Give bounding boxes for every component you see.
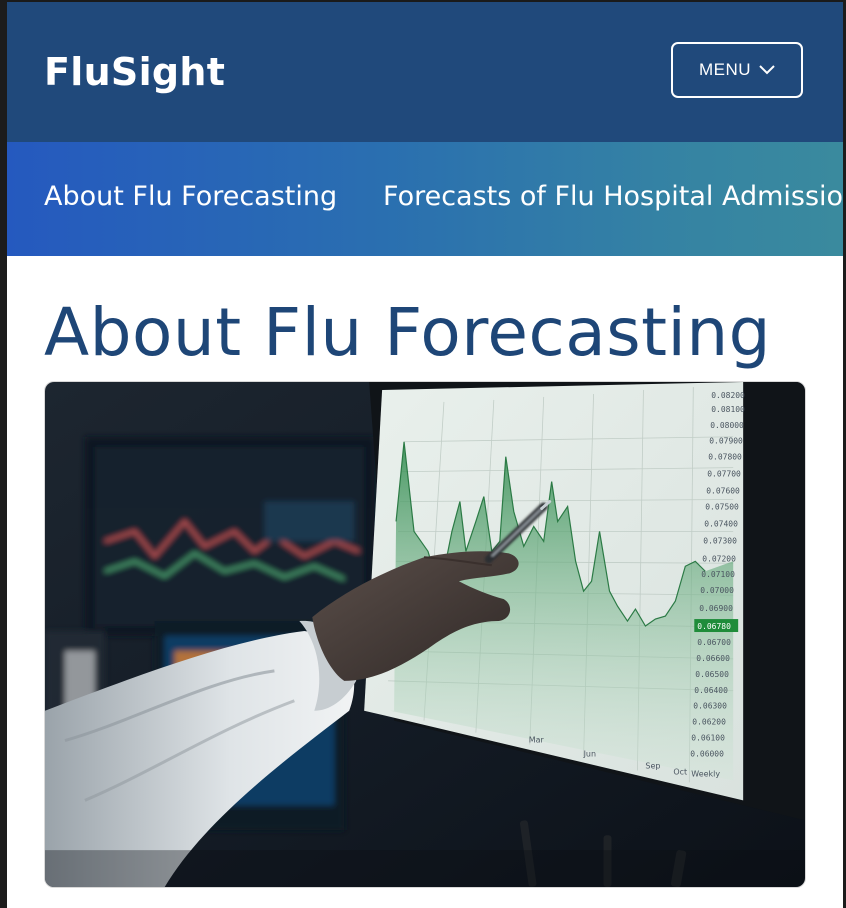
svg-text:0.07200: 0.07200	[702, 554, 736, 563]
hero-image: 0.08200 0.08100 0.08000 0.07900 0.07800 …	[44, 381, 806, 888]
page: FluSight MENU About Flu Forecasting Fore…	[7, 0, 843, 908]
svg-text:Weekly: Weekly	[691, 769, 720, 778]
svg-text:0.06200: 0.06200	[692, 718, 726, 727]
svg-text:Mar: Mar	[529, 736, 545, 745]
svg-text:0.06900: 0.06900	[699, 604, 733, 613]
svg-text:Sep: Sep	[645, 761, 660, 770]
top-navbar: FluSight MENU	[7, 2, 843, 142]
subnav-item-forecasts[interactable]: Forecasts of Flu Hospital Admissions	[383, 181, 843, 212]
svg-text:Oct: Oct	[673, 767, 687, 776]
svg-text:0.08100: 0.08100	[711, 405, 745, 414]
svg-text:0.06300: 0.06300	[693, 702, 727, 711]
svg-text:0.06100: 0.06100	[691, 734, 725, 743]
svg-text:0.07900: 0.07900	[709, 437, 743, 446]
svg-text:0.07700: 0.07700	[707, 470, 741, 479]
svg-text:0.06000: 0.06000	[690, 750, 724, 759]
menu-label: MENU	[698, 60, 752, 79]
svg-text:0.06780: 0.06780	[697, 622, 731, 631]
svg-text:0.06400: 0.06400	[694, 686, 728, 695]
svg-text:0.07300: 0.07300	[703, 536, 737, 545]
svg-text:0.07500: 0.07500	[705, 502, 739, 511]
hero-illustration: 0.08200 0.08100 0.08000 0.07900 0.07800 …	[45, 382, 805, 887]
svg-text:0.06700: 0.06700	[697, 638, 731, 647]
svg-text:Jun: Jun	[583, 750, 596, 759]
svg-text:0.07000: 0.07000	[700, 586, 734, 595]
svg-text:0.08000: 0.08000	[710, 421, 744, 430]
chevron-down-icon	[759, 65, 775, 75]
page-title: About Flu Forecasting	[44, 294, 772, 371]
subnav-item-about[interactable]: About Flu Forecasting	[44, 181, 337, 212]
svg-text:0.06500: 0.06500	[695, 670, 729, 679]
svg-text:0.07400: 0.07400	[704, 519, 738, 528]
svg-text:0.07800: 0.07800	[708, 453, 742, 462]
svg-text:0.08200: 0.08200	[711, 391, 745, 400]
menu-button[interactable]: MENU	[671, 42, 803, 98]
svg-text:0.07600: 0.07600	[706, 487, 740, 496]
svg-text:0.06600: 0.06600	[696, 654, 730, 663]
site-logo[interactable]: FluSight	[44, 50, 225, 94]
svg-text:0.07100: 0.07100	[701, 570, 735, 579]
section-nav: About Flu Forecasting Forecasts of Flu H…	[7, 142, 843, 256]
